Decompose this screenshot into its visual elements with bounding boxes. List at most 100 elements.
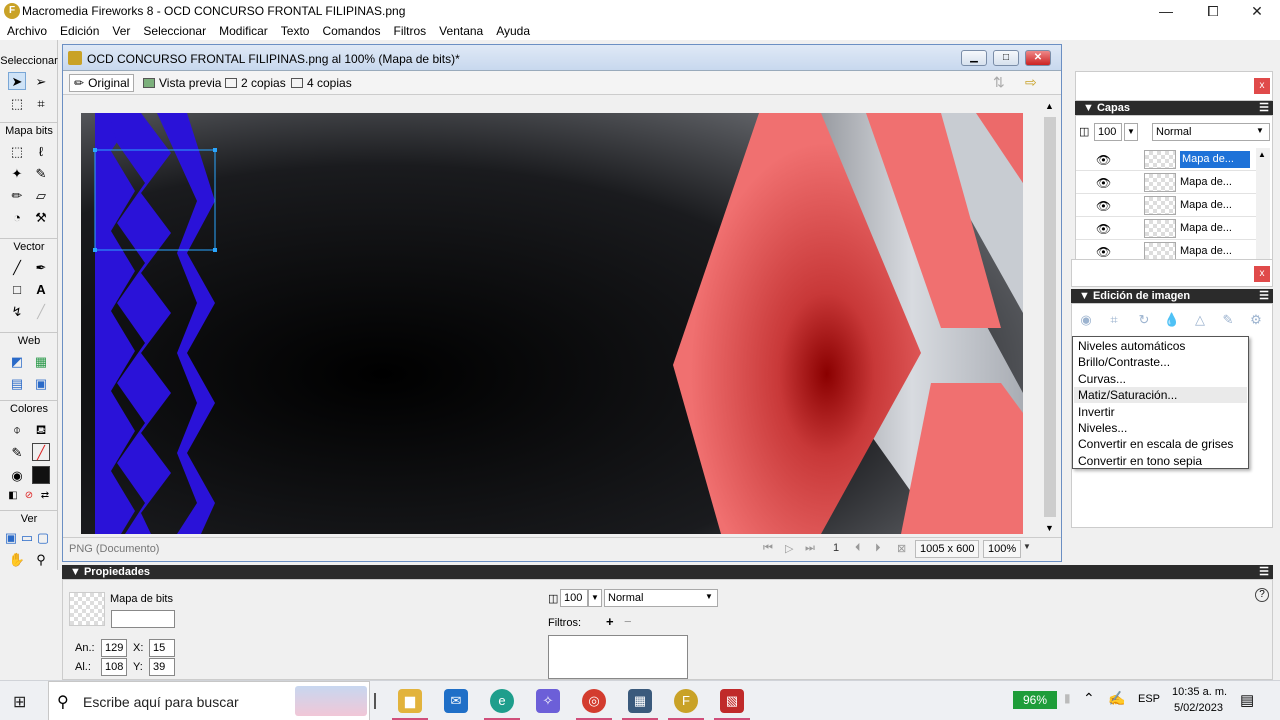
calculator-icon[interactable]: ▦ [628, 689, 652, 713]
menu-item-levels[interactable]: Niveles... [1074, 420, 1247, 436]
paint-bucket-tool-icon[interactable]: ⛾ [32, 420, 50, 438]
standard-screen-icon[interactable]: ▣ [4, 528, 18, 546]
opacity-dropdown-icon[interactable]: ▼ [1124, 123, 1138, 141]
layer-opacity-input[interactable]: 100 [1094, 123, 1122, 141]
close-panel-icon[interactable]: x [1254, 266, 1270, 282]
tab-4-up[interactable]: 4 copias [287, 74, 356, 92]
full-screen-icon[interactable]: ▢ [36, 528, 50, 546]
height-input[interactable]: 108 [101, 658, 127, 676]
chrome-browser-icon[interactable]: ◎ [582, 689, 606, 713]
menu-seleccionar[interactable]: Seleccionar [136, 22, 212, 40]
menu-modificar[interactable]: Modificar [212, 22, 274, 40]
input-language[interactable]: ESP [1138, 693, 1160, 705]
menu-archivo[interactable]: Archivo [0, 22, 53, 40]
battery-icon[interactable]: ▮ [1064, 691, 1071, 705]
menu-item-curves[interactable]: Curvas... [1074, 371, 1247, 387]
prev-frame-icon[interactable]: ⏴ [855, 542, 861, 555]
magic-wand-tool-icon[interactable]: ✦ [8, 164, 26, 182]
first-frame-icon[interactable]: ⏮ [763, 542, 773, 555]
full-screen-menu-icon[interactable]: ▭ [20, 528, 34, 546]
layer-blend-select[interactable]: Normal [1152, 123, 1270, 141]
menu-edicion[interactable]: Edición [53, 22, 105, 40]
y-input[interactable]: 39 [149, 658, 175, 676]
pen-menu-icon[interactable]: ✍ [1108, 690, 1125, 707]
eye-icon[interactable]: 👁 [1096, 176, 1118, 190]
stamp-tool-icon[interactable]: ⚒ [32, 208, 50, 226]
pen-tool-icon[interactable]: ✒ [32, 258, 50, 276]
menu-item-brightness-contrast[interactable]: Brillo/Contraste... [1074, 354, 1247, 370]
hide-slices-icon[interactable]: ▤ [8, 374, 26, 392]
eye-icon[interactable]: 👁 [1096, 222, 1118, 236]
battery-indicator[interactable]: 96% [1013, 691, 1057, 709]
properties-blend-select[interactable]: Normal [604, 589, 718, 607]
menu-ayuda[interactable]: Ayuda [489, 22, 536, 40]
doc-minimize-button[interactable]: ▁ [961, 50, 987, 66]
layer-row[interactable]: 👁 Mapa de... [1076, 194, 1256, 217]
eye-icon[interactable]: 👁 [1096, 245, 1118, 259]
minimize-button[interactable]: — [1143, 0, 1189, 22]
pencil-tool-icon[interactable]: ✏ [8, 186, 26, 204]
filters-list[interactable] [548, 635, 688, 679]
menu-item-sepia[interactable]: Convertir en tono sepia [1074, 453, 1247, 469]
properties-opacity-input[interactable]: 100 [560, 589, 588, 607]
menu-item-hue-saturation[interactable]: Matiz/Saturación... [1074, 387, 1247, 403]
eye-icon[interactable]: 👁 [1096, 199, 1118, 213]
panel-options-icon[interactable]: ☰ [1259, 101, 1269, 115]
scroll-up-icon[interactable]: ▲ [1258, 150, 1266, 159]
rectangle-tool-icon[interactable]: □ [8, 280, 26, 298]
marquee-tool-icon[interactable]: ⬚ [8, 142, 26, 160]
paint-icon[interactable]: ▧ [720, 689, 744, 713]
vertical-scrollbar[interactable]: ▲ ▼ [1041, 97, 1059, 537]
eraser-tool-icon[interactable]: ▱ [32, 186, 50, 204]
menu-filtros[interactable]: Filtros [387, 22, 433, 40]
zoom-level[interactable]: 100% [983, 540, 1022, 558]
layer-row[interactable]: 👁 Mapa de... [1076, 217, 1256, 240]
filter-icon[interactable]: ⚙ [1246, 312, 1266, 328]
zoom-tool-icon[interactable]: ⚲ [32, 550, 50, 568]
copilot-icon[interactable]: ✧ [536, 689, 560, 713]
clock-time[interactable]: 10:35 a. m. [1172, 686, 1227, 698]
notifications-icon[interactable]: ▤ [1240, 691, 1254, 709]
windows-start-icon[interactable]: ⊞ [13, 692, 26, 712]
text-tool-icon[interactable]: A [32, 280, 50, 298]
x-input[interactable]: 15 [149, 639, 175, 657]
help-icon[interactable]: ? [1255, 588, 1269, 602]
rotate-icon[interactable]: ↻ [1134, 312, 1154, 328]
drop-icon[interactable]: 💧 [1162, 312, 1182, 328]
layer-row[interactable]: 👁 Mapa de... [1076, 171, 1256, 194]
scale-tool-icon[interactable]: ⬚ [8, 94, 26, 112]
menu-comandos[interactable]: Comandos [315, 22, 386, 40]
panel-options-icon[interactable]: ☰ [1259, 565, 1269, 579]
stroke-color-icon[interactable]: ✎ [8, 443, 26, 461]
menu-item-grayscale[interactable]: Convertir en escala de grises [1074, 436, 1247, 452]
blur-tool-icon[interactable]: ◔ [8, 208, 26, 226]
blend-dropdown-icon[interactable]: ▼ [1256, 126, 1264, 135]
maximize-button[interactable]: ⧠ [1190, 0, 1236, 22]
layer-row[interactable]: 👁 Mapa de... [1076, 148, 1256, 171]
show-hidden-icons-icon[interactable]: ⌃ [1083, 690, 1095, 707]
export-icon[interactable]: ⇨ [1025, 74, 1037, 91]
add-filter-icon[interactable]: + [606, 614, 614, 629]
layers-scrollbar[interactable]: ▲ [1256, 148, 1270, 260]
fill-swatch[interactable] [32, 466, 50, 484]
menu-texto[interactable]: Texto [274, 22, 316, 40]
clock-date[interactable]: 5/02/2023 [1174, 702, 1223, 714]
last-frame-icon[interactable]: ⏭ [805, 542, 815, 555]
fill-color-icon[interactable]: ◉ [8, 466, 26, 484]
task-view-icon[interactable] [374, 693, 376, 709]
image-edit-panel-header[interactable]: ▼ Edición de imagen ☰ [1071, 289, 1273, 303]
sharpen-icon[interactable]: △ [1190, 312, 1210, 328]
close-button[interactable]: ✕ [1234, 0, 1280, 22]
layers-panel-header[interactable]: ▼ Capas ☰ [1075, 101, 1273, 115]
file-explorer-icon[interactable]: ▆ [398, 689, 422, 713]
eyedropper-tool-icon[interactable]: ⌽ [8, 420, 26, 438]
close-panel-icon[interactable]: x [1254, 78, 1270, 94]
remove-filter-icon[interactable]: − [624, 614, 632, 629]
zoom-dropdown-icon[interactable]: ▼ [1023, 542, 1031, 551]
brush-tool-icon[interactable]: ✎ [32, 164, 50, 182]
brush-adjust-icon[interactable]: ✎ [1218, 312, 1238, 328]
hotspot-tool-icon[interactable]: ◩ [8, 352, 26, 370]
pointer-tool-icon[interactable]: ➤ [8, 72, 26, 90]
properties-panel-header[interactable]: ▼ Propiedades ☰ [62, 565, 1273, 579]
document-canvas[interactable] [81, 113, 1023, 534]
